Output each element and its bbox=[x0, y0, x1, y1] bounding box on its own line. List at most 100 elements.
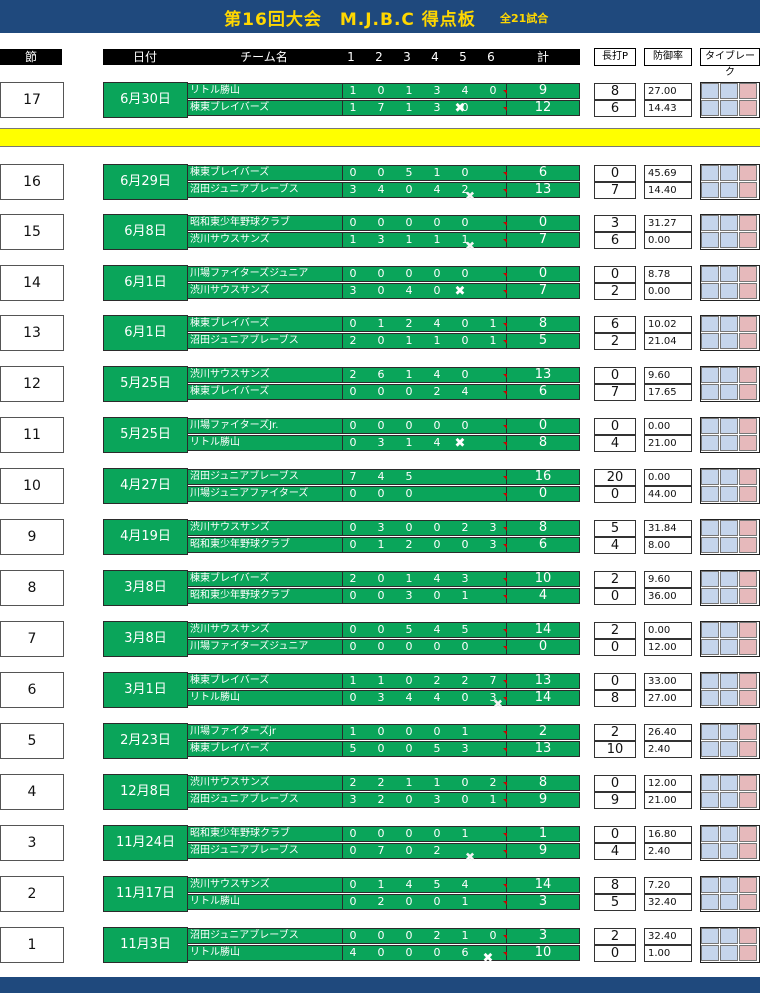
inning-score: 0 bbox=[349, 589, 357, 602]
homerun-points: 2 bbox=[594, 283, 636, 300]
team-name: 渋川サウスサンズ bbox=[190, 624, 270, 635]
x-mark-icon: ✖ bbox=[454, 436, 466, 451]
inning-score: 3 bbox=[349, 183, 357, 196]
inning-score: 0 bbox=[433, 284, 441, 297]
inning-score: 4 bbox=[461, 385, 469, 398]
corner-mark bbox=[503, 493, 507, 497]
team-name: 棟東ブレイバーズ bbox=[190, 167, 270, 178]
inning-score: 2 bbox=[377, 793, 385, 806]
tiebreak-cell bbox=[720, 232, 738, 248]
inning-score: 0 bbox=[433, 419, 441, 432]
era-value: 27.00 bbox=[644, 690, 692, 707]
inning-score: 2 bbox=[377, 776, 385, 789]
tiebreak-cell bbox=[739, 418, 757, 434]
team-score-row: 沼田ジュニアブレーブス 0 0 0 2 1 0 3 bbox=[187, 928, 580, 944]
inning-score bbox=[483, 725, 503, 739]
tiebreak-cell bbox=[720, 843, 738, 859]
homerun-points: 6 bbox=[594, 232, 636, 249]
inning-score: 0 bbox=[349, 521, 357, 534]
tiebreak-cell bbox=[701, 316, 719, 332]
match-row: 9 4月19日 渋川サウスサンズ 0 3 0 0 2 3 8 5 31.84 昭和東少年野球クラブ 0 1 2… bbox=[0, 519, 760, 555]
inning-score: 0 bbox=[377, 946, 385, 959]
inning-score: 4 bbox=[405, 878, 413, 891]
team-name: 川場ファイターズジュニア bbox=[190, 641, 309, 652]
total-score: 0 bbox=[538, 486, 548, 501]
homerun-points: 8 bbox=[594, 877, 636, 894]
match-row: 13 6月1日 棟東ブレイバーズ 0 1 2 4 0 1 8 6 10.02 沼田ジュニアブレーブス 2 0… bbox=[0, 315, 760, 351]
era-value: 2.40 bbox=[644, 741, 692, 758]
tiebreak-cell bbox=[720, 283, 738, 299]
match-date: 3月8日 bbox=[103, 621, 188, 657]
match-count: 全21試合 bbox=[500, 12, 549, 25]
tiebreak-cell bbox=[701, 100, 719, 116]
inning-score: 1 bbox=[405, 101, 413, 114]
header-tiebreak: タイブレーク bbox=[700, 48, 760, 78]
round-number: 9 bbox=[0, 519, 64, 555]
inning-score: 1 bbox=[349, 101, 357, 114]
inning-score: 0 bbox=[433, 946, 441, 959]
inning-score: 4 bbox=[405, 691, 413, 704]
round-number: 17 bbox=[0, 82, 64, 118]
total-score: 9 bbox=[538, 83, 548, 98]
corner-mark bbox=[503, 629, 507, 633]
tiebreak-grid bbox=[700, 927, 760, 963]
inning-score: 1 bbox=[405, 334, 413, 347]
total-score: 0 bbox=[538, 418, 548, 433]
inning-score: 1 bbox=[489, 334, 497, 347]
tiebreak-cell bbox=[701, 486, 719, 502]
team-score-row: 渋川サウスサンズ 0 0 5 4 5 14 bbox=[187, 622, 580, 638]
inning-score: 0 bbox=[377, 640, 385, 653]
inning-score: 1 bbox=[405, 572, 413, 585]
total-score: 8 bbox=[538, 316, 548, 331]
team-score-row: 渋川サウスサンズ 0 1 4 5 4 14 bbox=[187, 877, 580, 893]
inning-score: 0 bbox=[461, 216, 469, 229]
tiebreak-cell bbox=[739, 316, 757, 332]
tiebreak-cell bbox=[701, 435, 719, 451]
inning-score: 0 bbox=[461, 368, 469, 381]
homerun-points: 4 bbox=[594, 537, 636, 554]
round-number: 3 bbox=[0, 825, 64, 861]
inning-score: 1 bbox=[377, 674, 385, 687]
tiebreak-cell bbox=[720, 690, 738, 706]
header-homerun: 長打P bbox=[594, 48, 636, 66]
team-score-row: 川場ファイターズジュニア 0 0 0 0 0 0 bbox=[187, 266, 580, 282]
tiebreak-cell bbox=[739, 792, 757, 808]
team-name: 川場ファイターズJr. bbox=[190, 420, 279, 431]
tiebreak-cell bbox=[720, 622, 738, 638]
era-value: 9.60 bbox=[644, 571, 692, 588]
inning-score: 2 bbox=[377, 895, 385, 908]
total-score: 1 bbox=[538, 826, 548, 841]
corner-mark bbox=[503, 544, 507, 548]
inning-score: 1 bbox=[489, 793, 497, 806]
team-score-row: 棟東ブレイバーズ 5 0 0 5 3 13 bbox=[187, 741, 580, 757]
team-score-row: 沼田ジュニアブレーブス 3 2 0 3 0 1 9 bbox=[187, 792, 580, 808]
tiebreak-grid bbox=[700, 774, 760, 810]
tiebreak-cell bbox=[720, 724, 738, 740]
inning-score bbox=[483, 572, 503, 586]
tiebreak-cell bbox=[720, 435, 738, 451]
match-row: 3 11月24日 昭和東少年野球クラブ 0 0 0 0 1 1 0 16.80 沼田ジュニアブレーブス… bbox=[0, 825, 760, 864]
inning-score: 5 bbox=[405, 166, 413, 179]
homerun-points: 10 bbox=[594, 741, 636, 758]
team-score-row: 沼田ジュニアブレーブス 3 4 0 4 2 ✖ 13 bbox=[187, 182, 580, 203]
total-score: 5 bbox=[538, 333, 548, 348]
inning-score: 3 bbox=[489, 521, 497, 534]
inning-score: 4 bbox=[349, 946, 357, 959]
inning-score: 1 bbox=[433, 233, 441, 246]
corner-mark bbox=[503, 290, 507, 294]
tiebreak-cell bbox=[701, 333, 719, 349]
inning-score: 4 bbox=[377, 183, 385, 196]
era-value: 31.27 bbox=[644, 215, 692, 232]
homerun-points: 0 bbox=[594, 945, 636, 962]
tiebreak-cell bbox=[739, 266, 757, 282]
corner-mark bbox=[503, 595, 507, 599]
inning-score: 5 bbox=[461, 623, 469, 636]
total-score: 7 bbox=[538, 232, 548, 247]
team-name: 昭和東少年野球クラブ bbox=[190, 590, 290, 601]
tiebreak-cell bbox=[739, 894, 757, 910]
tiebreak-cell bbox=[739, 588, 757, 604]
inning-score: 0 bbox=[349, 878, 357, 891]
header-innings: 1 2 3 4 5 6 bbox=[341, 49, 506, 65]
era-value: 0.00 bbox=[644, 232, 692, 249]
inning-score bbox=[483, 589, 503, 603]
